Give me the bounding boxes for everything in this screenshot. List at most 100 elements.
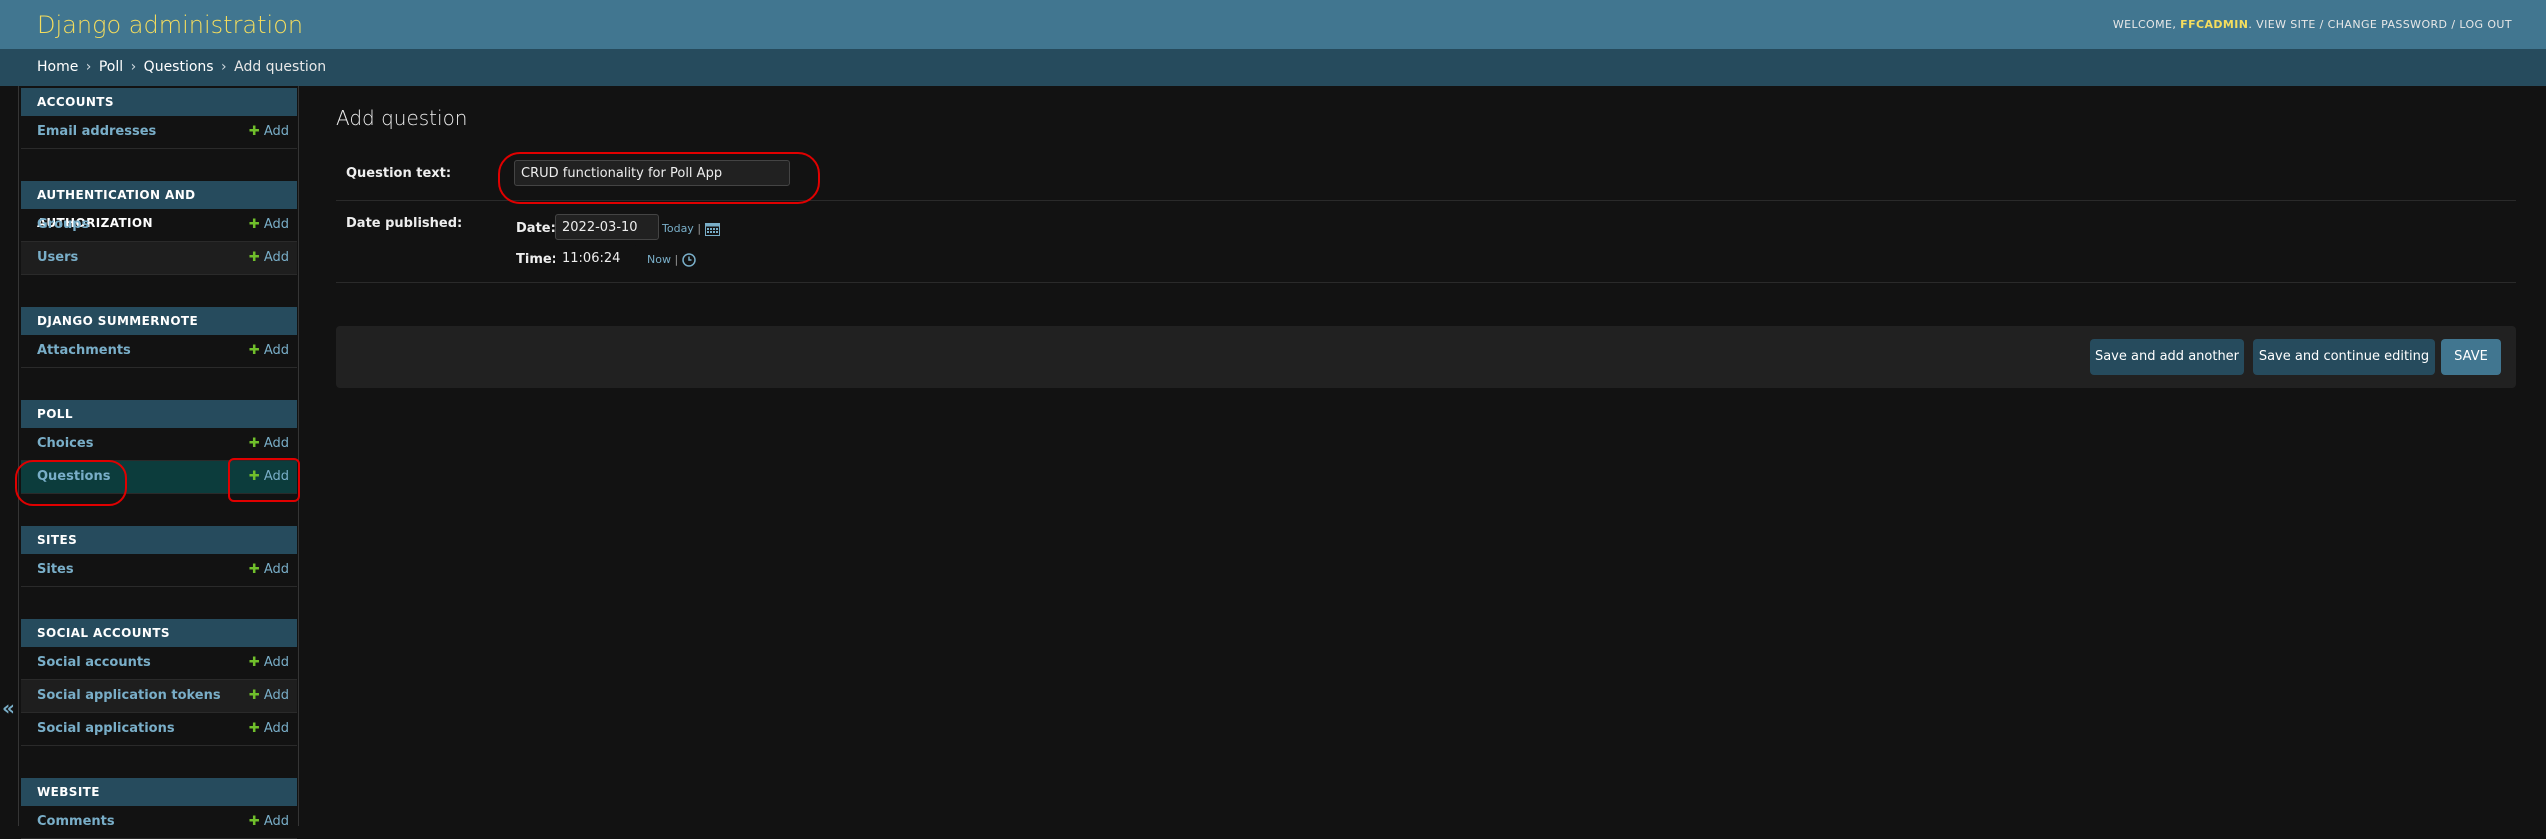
add-link[interactable]: ✚ Add [249, 335, 289, 367]
add-link[interactable]: ✚ Add [249, 116, 289, 148]
add-link[interactable]: ✚ Add [249, 209, 289, 241]
breadcrumb-home[interactable]: Home [37, 59, 78, 75]
plus-icon: ✚ [248, 250, 260, 265]
model-link[interactable]: Attachments [37, 343, 131, 358]
date-published-label: Date published: [346, 216, 463, 231]
plus-icon: ✚ [248, 721, 260, 736]
model-link[interactable]: Groups [37, 217, 89, 232]
add-label: Add [263, 250, 289, 265]
plus-icon: ✚ [248, 343, 260, 358]
sidebar-item-email-addresses: Email addresses ✚ Add [21, 116, 297, 149]
sidebar-item-comments: Comments ✚ Add [21, 806, 297, 839]
add-link[interactable]: ✚ Add [249, 680, 289, 712]
questions-annotation [15, 460, 127, 506]
model-link[interactable]: Social application tokens [37, 688, 221, 703]
add-link[interactable]: ✚ Add [249, 713, 289, 745]
module-auth: AUTHENTICATION AND AUTHORIZATION Groups … [21, 181, 297, 275]
add-link[interactable]: ✚ Add [249, 806, 289, 838]
breadcrumb-app[interactable]: Poll [99, 59, 123, 75]
sidebar-item-social-application-tokens: Social application tokens ✚ Add [21, 680, 297, 713]
module-caption[interactable]: DJANGO SUMMERNOTE [21, 307, 297, 335]
add-label: Add [263, 721, 289, 736]
breadcrumb-separator: › [221, 59, 227, 75]
welcome-text: WELCOME, [2112, 18, 2177, 31]
add-label: Add [263, 562, 289, 577]
add-label: Add [263, 343, 289, 358]
save-continue-button[interactable]: Save and continue editing [2253, 339, 2435, 375]
log-out-link[interactable]: LOG OUT [2459, 18, 2512, 31]
page-title: Add question [336, 106, 468, 130]
plus-icon: ✚ [248, 217, 260, 232]
submit-row: Save and add another Save and continue e… [336, 326, 2516, 388]
user-tools: WELCOME, FFCADMIN. VIEW SITE / CHANGE PA… [2112, 18, 2512, 31]
add-label: Add [263, 217, 289, 232]
username: FFCADMIN [2180, 18, 2249, 31]
module-sites: SITES Sites ✚ Add [21, 526, 297, 587]
module-accounts: ACCOUNTS Email addresses ✚ Add [21, 88, 297, 149]
date-input[interactable] [555, 214, 659, 240]
module-caption[interactable]: ACCOUNTS [21, 88, 297, 116]
questions-add-annotation [228, 458, 300, 502]
breadcrumb-separator: › [130, 59, 137, 75]
plus-icon: ✚ [248, 688, 260, 703]
breadcrumb-current: Add question [234, 59, 327, 75]
shortcut-separator: | [674, 253, 679, 266]
breadcrumb-separator: › [85, 59, 92, 75]
time-input[interactable] [555, 245, 637, 271]
model-link[interactable]: Choices [37, 436, 93, 451]
today-link[interactable]: Today [662, 222, 694, 235]
collapse-sidebar-icon[interactable]: « [2, 696, 15, 720]
plus-icon: ✚ [248, 562, 260, 577]
module-summernote: DJANGO SUMMERNOTE Attachments ✚ Add [21, 307, 297, 368]
module-caption[interactable]: POLL [21, 400, 297, 428]
add-label: Add [263, 655, 289, 670]
save-button[interactable]: SAVE [2441, 339, 2501, 375]
add-link[interactable]: ✚ Add [249, 428, 289, 460]
view-site-link[interactable]: VIEW SITE [2256, 18, 2316, 31]
model-link[interactable]: Comments [37, 814, 115, 829]
add-label: Add [263, 436, 289, 451]
time-shortcuts: Now | [647, 253, 696, 267]
sidebar-item-social-applications: Social applications ✚ Add [21, 713, 297, 746]
module-caption[interactable]: WEBSITE [21, 778, 297, 806]
shortcut-separator: | [697, 222, 702, 235]
calendar-icon[interactable] [704, 222, 720, 236]
change-password-link[interactable]: CHANGE PASSWORD [2328, 18, 2448, 31]
nav-sidebar: ACCOUNTS Email addresses ✚ Add AUTHENTICA… [18, 86, 299, 839]
add-link[interactable]: ✚ Add [249, 647, 289, 679]
module-caption[interactable]: AUTHENTICATION AND AUTHORIZATION [21, 181, 297, 230]
module-website: WEBSITE Comments ✚ Add [21, 778, 297, 839]
sidebar-item-choices: Choices ✚ Add [21, 428, 297, 461]
date-shortcuts: Today | [662, 222, 720, 236]
sidebar-item-sites: Sites ✚ Add [21, 554, 297, 587]
sidebar-item-groups: Groups ✚ Add [21, 209, 297, 242]
model-link[interactable]: Social accounts [37, 655, 151, 670]
clock-icon[interactable] [681, 253, 696, 267]
add-label: Add [263, 124, 289, 139]
module-caption[interactable]: SITES [21, 526, 297, 554]
sidebar-item-attachments: Attachments ✚ Add [21, 335, 297, 368]
separator: / [2319, 18, 2324, 31]
sidebar-item-users: Users ✚ Add [21, 242, 297, 275]
date-label: Date: [516, 221, 556, 236]
module-caption[interactable]: SOCIAL ACCOUNTS [21, 619, 297, 647]
add-link[interactable]: ✚ Add [249, 554, 289, 586]
date-published-row: Date published: Date: Today | Time: Now [336, 200, 2516, 283]
model-link[interactable]: Sites [37, 562, 74, 577]
sidebar-item-social-accounts: Social accounts ✚ Add [21, 647, 297, 680]
model-link[interactable]: Users [37, 250, 78, 265]
site-title[interactable]: Django administration [37, 11, 303, 39]
save-add-another-button[interactable]: Save and add another [2090, 339, 2244, 375]
add-link[interactable]: ✚ Add [249, 242, 289, 274]
now-link[interactable]: Now [647, 253, 671, 266]
breadcrumb: Home › Poll › Questions › Add question [0, 49, 2546, 86]
plus-icon: ✚ [248, 436, 260, 451]
model-link[interactable]: Email addresses [37, 124, 156, 139]
site-header: Django administration WELCOME, FFCADMIN.… [0, 0, 2546, 49]
add-label: Add [263, 688, 289, 703]
model-link[interactable]: Social applications [37, 721, 175, 736]
breadcrumb-model[interactable]: Questions [144, 59, 214, 75]
time-label: Time: [516, 252, 557, 267]
plus-icon: ✚ [248, 655, 260, 670]
separator: / [2451, 18, 2456, 31]
